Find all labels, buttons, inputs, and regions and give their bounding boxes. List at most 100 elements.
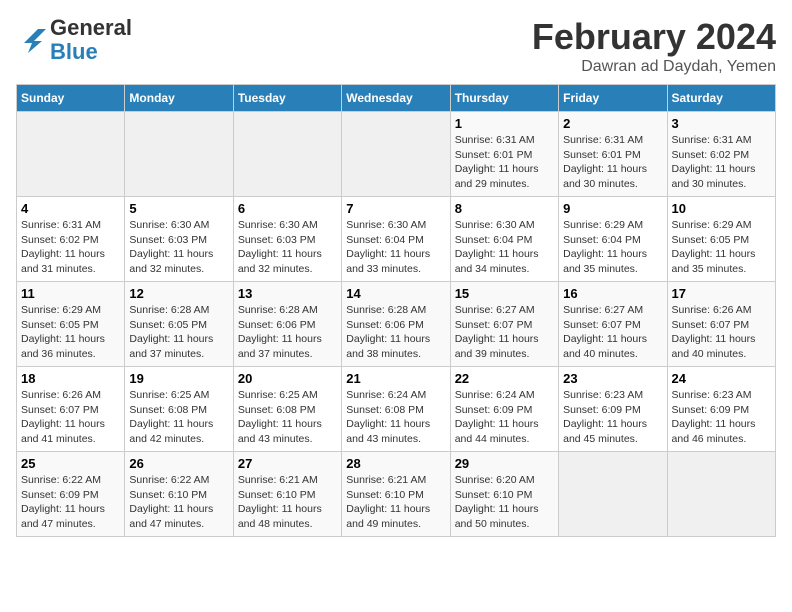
day-info: Sunrise: 6:20 AMSunset: 6:10 PMDaylight:… [455,473,554,532]
header-thursday: Thursday [450,85,558,112]
calendar-cell: 3Sunrise: 6:31 AMSunset: 6:02 PMDaylight… [667,112,775,197]
calendar-cell: 10 Sunrise: 6:29 AMSunset: 6:05 PMDayligh… [667,197,775,282]
day-number: 13 [238,286,337,301]
day-info: Sunrise: 6:24 AMSunset: 6:08 PMDaylight:… [346,388,445,447]
day-number: 11 [21,286,120,301]
day-number: 23 [563,371,662,386]
day-number: 7 [346,201,445,216]
calendar-cell: 28 Sunrise: 6:21 AMSunset: 6:10 PMDayligh… [342,452,450,537]
logo-text: General Blue [50,16,132,64]
day-info: Sunrise: 6:29 AMSunset: 6:05 PMDaylight:… [21,303,120,362]
month-title: February 2024 [532,16,776,58]
day-number: 2 [563,116,662,131]
day-info: Sunrise: 6:30 AMSunset: 6:04 PMDaylight:… [346,218,445,277]
day-number: 25 [21,456,120,471]
day-info: Sunrise: 6:30 AMSunset: 6:03 PMDaylight:… [129,218,228,277]
logo: General Blue [16,16,132,64]
day-info: Sunrise: 6:22 AMSunset: 6:09 PMDaylight:… [21,473,120,532]
day-number: 29 [455,456,554,471]
header-wednesday: Wednesday [342,85,450,112]
header-saturday: Saturday [667,85,775,112]
logo-icon [16,25,46,55]
calendar-cell [17,112,125,197]
calendar-cell: 15 Sunrise: 6:27 AMSunset: 6:07 PMDayligh… [450,282,558,367]
day-info: Sunrise: 6:28 AMSunset: 6:06 PMDaylight:… [238,303,337,362]
calendar-cell: 22 Sunrise: 6:24 AMSunset: 6:09 PMDayligh… [450,367,558,452]
calendar-cell: 21 Sunrise: 6:24 AMSunset: 6:08 PMDayligh… [342,367,450,452]
day-number: 28 [346,456,445,471]
calendar-cell [233,112,341,197]
calendar-cell: 26 Sunrise: 6:22 AMSunset: 6:10 PMDayligh… [125,452,233,537]
day-number: 4 [21,201,120,216]
day-number: 14 [346,286,445,301]
day-info: Sunrise: 6:31 AMSunset: 6:02 PMDaylight:… [21,218,120,277]
calendar-cell: 29 Sunrise: 6:20 AMSunset: 6:10 PMDayligh… [450,452,558,537]
calendar-cell [559,452,667,537]
week-row-1: 1Sunrise: 6:31 AMSunset: 6:01 PMDaylight… [17,112,776,197]
day-number: 26 [129,456,228,471]
calendar-cell [667,452,775,537]
week-row-4: 18 Sunrise: 6:26 AMSunset: 6:07 PMDayligh… [17,367,776,452]
day-info: Sunrise: 6:23 AMSunset: 6:09 PMDaylight:… [563,388,662,447]
day-info: Sunrise: 6:26 AMSunset: 6:07 PMDaylight:… [21,388,120,447]
week-row-3: 11 Sunrise: 6:29 AMSunset: 6:05 PMDayligh… [17,282,776,367]
day-info: Sunrise: 6:30 AMSunset: 6:04 PMDaylight:… [455,218,554,277]
header-row: Sunday Monday Tuesday Wednesday Thursday… [17,85,776,112]
day-number: 27 [238,456,337,471]
day-info: Sunrise: 6:30 AMSunset: 6:03 PMDaylight:… [238,218,337,277]
day-number: 12 [129,286,228,301]
calendar-cell: 16Sunrise: 6:27 AMSunset: 6:07 PMDayligh… [559,282,667,367]
calendar-cell: 13 Sunrise: 6:28 AMSunset: 6:06 PMDayligh… [233,282,341,367]
day-number: 24 [672,371,771,386]
day-number: 21 [346,371,445,386]
day-number: 19 [129,371,228,386]
calendar-cell [125,112,233,197]
calendar-cell: 8Sunrise: 6:30 AMSunset: 6:04 PMDaylight… [450,197,558,282]
day-number: 18 [21,371,120,386]
calendar-cell: 23 Sunrise: 6:23 AMSunset: 6:09 PMDayligh… [559,367,667,452]
calendar-cell: 24 Sunrise: 6:23 AMSunset: 6:09 PMDayligh… [667,367,775,452]
calendar-cell: 4 Sunrise: 6:31 AMSunset: 6:02 PMDaylight… [17,197,125,282]
day-info: Sunrise: 6:27 AMSunset: 6:07 PMDaylight:… [455,303,554,362]
calendar-cell: 27Sunrise: 6:21 AMSunset: 6:10 PMDayligh… [233,452,341,537]
day-info: Sunrise: 6:29 AMSunset: 6:04 PMDaylight:… [563,218,662,277]
logo-blue: Blue [50,39,98,64]
header-friday: Friday [559,85,667,112]
calendar-cell: 17 Sunrise: 6:26 AMSunset: 6:07 PMDayligh… [667,282,775,367]
calendar-cell: 6 Sunrise: 6:30 AMSunset: 6:03 PMDaylight… [233,197,341,282]
calendar-body: 1Sunrise: 6:31 AMSunset: 6:01 PMDaylight… [17,112,776,537]
day-info: Sunrise: 6:31 AMSunset: 6:01 PMDaylight:… [563,133,662,192]
header-sunday: Sunday [17,85,125,112]
day-number: 3 [672,116,771,131]
day-info: Sunrise: 6:27 AMSunset: 6:07 PMDaylight:… [563,303,662,362]
week-row-2: 4 Sunrise: 6:31 AMSunset: 6:02 PMDaylight… [17,197,776,282]
calendar-cell: 7 Sunrise: 6:30 AMSunset: 6:04 PMDaylight… [342,197,450,282]
day-info: Sunrise: 6:26 AMSunset: 6:07 PMDaylight:… [672,303,771,362]
calendar-cell: 2 Sunrise: 6:31 AMSunset: 6:01 PMDaylight… [559,112,667,197]
header-monday: Monday [125,85,233,112]
day-info: Sunrise: 6:25 AMSunset: 6:08 PMDaylight:… [238,388,337,447]
day-number: 6 [238,201,337,216]
calendar-header: Sunday Monday Tuesday Wednesday Thursday… [17,85,776,112]
day-info: Sunrise: 6:29 AMSunset: 6:05 PMDaylight:… [672,218,771,277]
day-number: 22 [455,371,554,386]
title-area: February 2024 Dawran ad Daydah, Yemen [532,16,776,76]
calendar-cell: 12Sunrise: 6:28 AMSunset: 6:05 PMDayligh… [125,282,233,367]
calendar-cell: 11 Sunrise: 6:29 AMSunset: 6:05 PMDayligh… [17,282,125,367]
day-number: 10 [672,201,771,216]
day-number: 15 [455,286,554,301]
calendar-cell: 14Sunrise: 6:28 AMSunset: 6:06 PMDayligh… [342,282,450,367]
calendar-cell: 25 Sunrise: 6:22 AMSunset: 6:09 PMDayligh… [17,452,125,537]
day-number: 20 [238,371,337,386]
calendar-cell: 1Sunrise: 6:31 AMSunset: 6:01 PMDaylight… [450,112,558,197]
calendar-cell: 18 Sunrise: 6:26 AMSunset: 6:07 PMDayligh… [17,367,125,452]
week-row-5: 25 Sunrise: 6:22 AMSunset: 6:09 PMDayligh… [17,452,776,537]
day-info: Sunrise: 6:23 AMSunset: 6:09 PMDaylight:… [672,388,771,447]
day-info: Sunrise: 6:25 AMSunset: 6:08 PMDaylight:… [129,388,228,447]
day-number: 17 [672,286,771,301]
day-info: Sunrise: 6:22 AMSunset: 6:10 PMDaylight:… [129,473,228,532]
calendar-cell: 19 Sunrise: 6:25 AMSunset: 6:08 PMDayligh… [125,367,233,452]
day-info: Sunrise: 6:21 AMSunset: 6:10 PMDaylight:… [346,473,445,532]
calendar-cell: 5Sunrise: 6:30 AMSunset: 6:03 PMDaylight… [125,197,233,282]
day-info: Sunrise: 6:24 AMSunset: 6:09 PMDaylight:… [455,388,554,447]
